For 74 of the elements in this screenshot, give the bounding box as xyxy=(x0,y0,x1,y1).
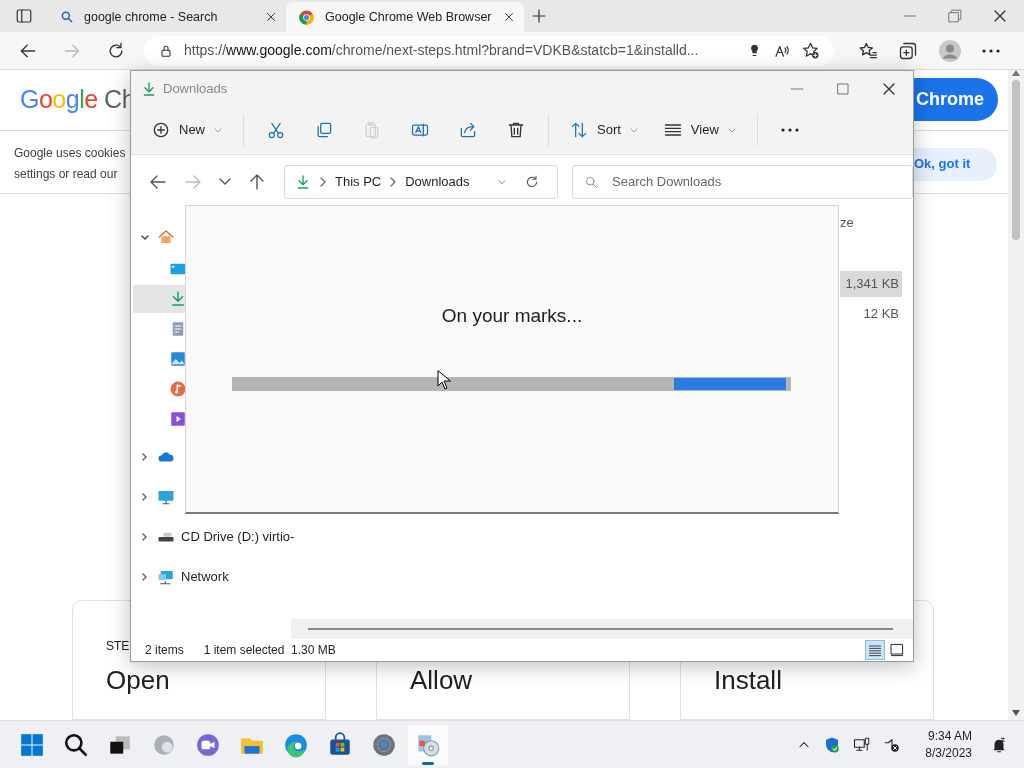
view-button[interactable] xyxy=(865,640,885,661)
settings-link[interactable]: settings xyxy=(14,166,56,181)
cookie-notice: Google uses cookies settings or read our xyxy=(14,144,126,183)
shield-icon[interactable] xyxy=(823,735,842,754)
search-icon xyxy=(63,731,89,758)
more-icon xyxy=(780,128,799,132)
scrollbar-thumb[interactable] xyxy=(1012,80,1020,240)
sidebar-item[interactable]: Network xyxy=(131,556,291,597)
step-title: Open xyxy=(106,664,171,697)
search-icon xyxy=(60,10,74,24)
scissors-icon xyxy=(266,120,286,140)
search-field[interactable]: Search Downloads xyxy=(572,164,913,199)
details-view-icon xyxy=(867,642,883,659)
close-tab-icon[interactable] xyxy=(264,10,278,24)
horizontal-scrollbar[interactable] xyxy=(291,619,913,640)
clock[interactable]: 9:34 AM 8/3/2023 xyxy=(925,727,972,762)
refresh-icon[interactable] xyxy=(524,173,540,190)
chevron-right-icon xyxy=(319,176,327,187)
view-button[interactable]: View xyxy=(654,112,745,148)
file-size[interactable]: 1,341 KB xyxy=(840,270,902,297)
file-size[interactable]: 12 KB xyxy=(840,300,902,327)
scroll-down-icon[interactable] xyxy=(1012,710,1020,716)
sort-icon xyxy=(569,120,589,140)
download-icon xyxy=(141,80,157,97)
chrome-logo-icon xyxy=(298,8,315,26)
ok-button[interactable]: Ok, got it xyxy=(913,147,997,181)
more-menu-icon[interactable] xyxy=(982,48,1000,53)
collections-icon[interactable] xyxy=(898,40,918,61)
new-icon xyxy=(151,120,171,140)
tab-actions-icon[interactable] xyxy=(15,7,33,25)
back-arrow-icon xyxy=(149,173,166,190)
breadcrumb-item[interactable]: This PC xyxy=(335,172,382,192)
column-header[interactable]: ze xyxy=(840,208,913,237)
favorites-icon[interactable] xyxy=(858,40,878,61)
browser-icon xyxy=(283,731,309,758)
browser-tab[interactable]: Google Chrome Web Browser xyxy=(286,2,524,32)
gear-icon xyxy=(371,731,397,758)
up-arrow-icon xyxy=(249,173,266,190)
close-tab-icon[interactable] xyxy=(502,10,516,24)
privacy-link[interactable]: read our xyxy=(72,166,118,181)
add-favorite-icon[interactable] xyxy=(801,41,820,60)
forward-arrow-icon xyxy=(184,173,201,190)
chevron-right-icon xyxy=(389,176,398,187)
chat-icon xyxy=(195,731,221,758)
download-icon xyxy=(295,173,311,190)
new-button[interactable]: New xyxy=(143,112,231,148)
download-button[interactable]: Chrome xyxy=(914,78,998,122)
profile-avatar-icon[interactable] xyxy=(938,38,962,63)
item-count: 2 items xyxy=(145,642,184,660)
browser-tab[interactable]: google chrome - Search xyxy=(48,2,286,32)
new-tab-icon[interactable] xyxy=(530,7,548,25)
preview-view-icon xyxy=(889,642,905,659)
url-field[interactable]: https://www.google.com/chrome/next-steps.html?brand=VDKB&statcb=1&installd... xyxy=(144,35,834,66)
step-title: Install xyxy=(714,664,783,697)
store-bag-icon xyxy=(327,731,353,758)
status-message: On your marks... xyxy=(440,304,584,328)
search-icon xyxy=(584,174,599,190)
address-field[interactable]: This PC Downloads xyxy=(284,164,558,199)
step-label: STE xyxy=(106,638,130,655)
network-icon[interactable] xyxy=(853,735,872,754)
home-icon xyxy=(157,227,175,246)
download-icon xyxy=(169,289,187,308)
chevron-down-icon xyxy=(219,178,232,186)
picture-icon xyxy=(169,349,187,368)
cursor-icon xyxy=(437,370,451,390)
share-icon xyxy=(458,120,478,140)
window-title: Downloads xyxy=(163,79,228,98)
scrollbar[interactable] xyxy=(1008,70,1024,720)
breadcrumb-item[interactable]: Downloads xyxy=(405,172,470,192)
sort-button[interactable]: Sort xyxy=(561,112,647,148)
selection-info: 1 item selected 1.30 MB xyxy=(203,642,336,660)
windows-logo-icon xyxy=(19,731,45,758)
step-title: Allow xyxy=(410,664,474,697)
trash-icon xyxy=(506,120,526,140)
